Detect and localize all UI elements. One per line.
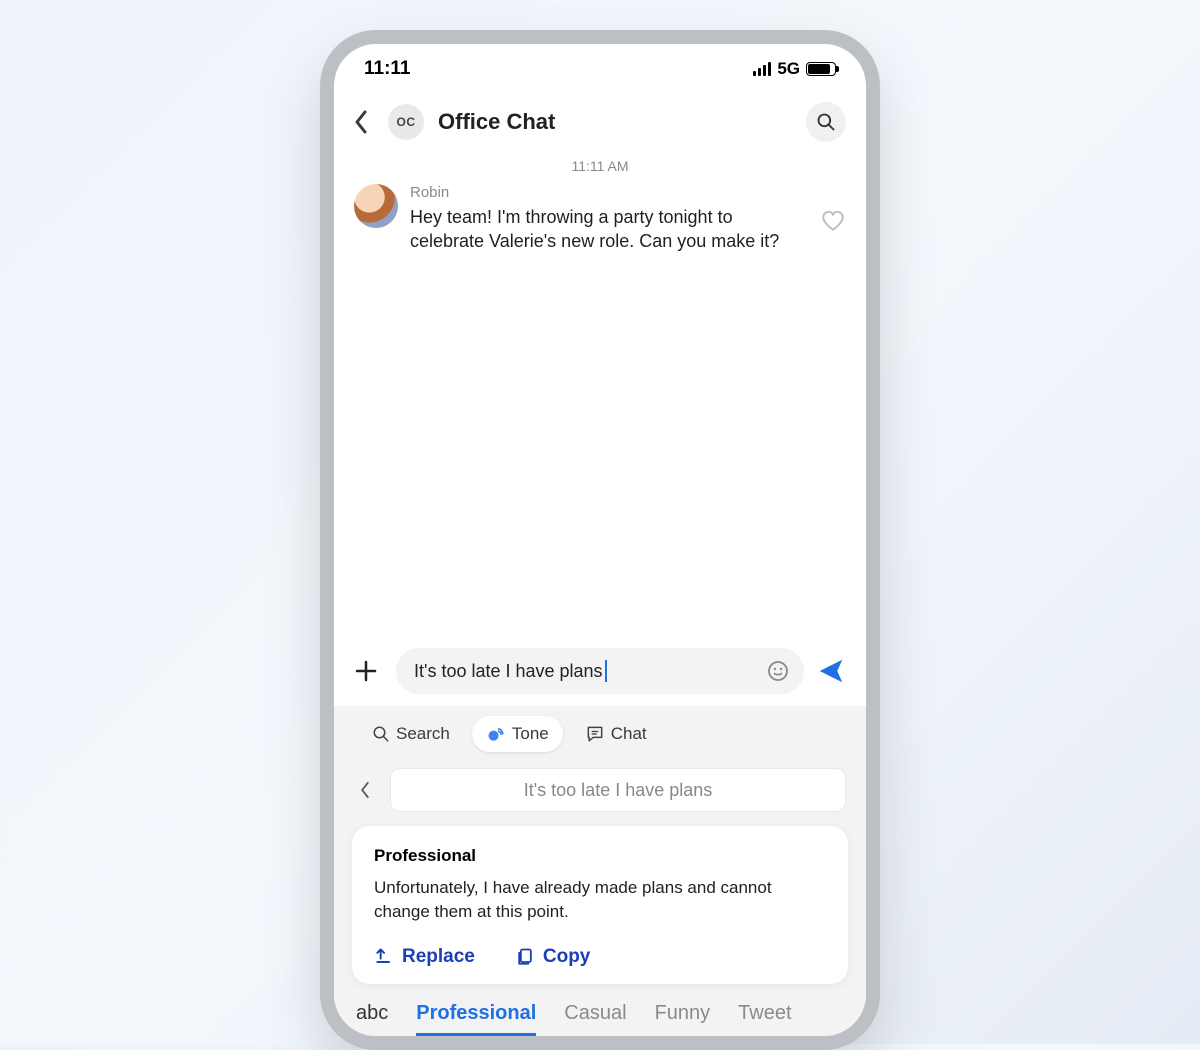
tone-input-echo-row: It's too late I have plans [334,768,866,826]
status-bar: 11:11 5G [334,44,866,94]
add-attachment-button[interactable] [354,659,384,683]
replace-icon [374,947,394,967]
ai-keyboard-panel: Search Tone Chat It's too late I have pl… [334,706,866,1036]
ai-tool-chat-label: Chat [611,724,647,744]
tone-source-text[interactable]: It's too late I have plans [390,768,846,812]
tone-icon [486,724,506,744]
chat-avatar-badge: OC [388,104,424,140]
status-right-cluster: 5G [753,59,836,79]
chat-header: OC Office Chat [334,94,866,154]
copy-icon [515,947,535,967]
message-body: Robin Hey team! I'm throwing a party ton… [410,184,808,254]
message-sender: Robin [410,184,800,201]
like-button[interactable] [820,208,846,234]
tone-suggestion-body: Unfortunately, I have already made plans… [374,876,826,924]
ai-tool-tone-label: Tone [512,724,549,744]
ai-tool-chat[interactable]: Chat [571,716,661,752]
phone-frame: 11:11 5G OC Office Chat 11:11 AM Robin H… [320,30,880,1050]
tone-tab-professional[interactable]: Professional [416,1002,536,1036]
chat-icon [585,724,605,744]
keyboard-abc-button[interactable]: abc [356,1002,388,1025]
cell-signal-icon [753,62,771,76]
chat-title: Office Chat [438,109,792,135]
search-icon [816,112,836,132]
message-input-text: It's too late I have plans [414,661,603,682]
ai-tool-row: Search Tone Chat [334,706,866,768]
heart-icon [820,208,846,234]
ai-tool-search-label: Search [396,724,450,744]
battery-icon [806,62,836,76]
network-type-label: 5G [777,59,800,79]
composer: It's too late I have plans [334,638,866,706]
tone-suggestion-card: Professional Unfortunately, I have alrea… [352,826,848,984]
tone-suggestion-title: Professional [374,846,826,866]
replace-button[interactable]: Replace [374,946,475,968]
smiley-icon [766,659,790,683]
message-text: Hey team! I'm throwing a party tonight t… [410,205,800,254]
chevron-left-icon [354,110,368,134]
ai-tool-search[interactable]: Search [358,716,464,752]
tone-source-text-label: It's too late I have plans [524,780,713,801]
conversation-timestamp: 11:11 AM [334,158,866,174]
tone-tab-casual[interactable]: Casual [564,1002,626,1033]
tone-suggestion-actions: Replace Copy [374,946,826,968]
text-cursor [605,660,607,682]
emoji-button[interactable] [766,659,790,683]
sender-avatar[interactable] [354,184,398,228]
chevron-left-icon [360,781,370,799]
copy-button[interactable]: Copy [515,946,591,968]
message-row: Robin Hey team! I'm throwing a party ton… [334,184,866,254]
status-time: 11:11 [364,58,411,80]
copy-button-label: Copy [543,946,591,968]
message-input[interactable]: It's too late I have plans [396,648,804,694]
tone-back-button[interactable] [354,781,376,799]
send-icon [816,656,846,686]
tone-tab-funny[interactable]: Funny [655,1002,711,1033]
tone-tab-tweet[interactable]: Tweet [738,1002,791,1033]
plus-icon [354,659,378,683]
replace-button-label: Replace [402,946,475,968]
ai-tool-tone[interactable]: Tone [472,716,563,752]
search-icon [372,725,390,743]
send-button[interactable] [816,656,846,686]
back-button[interactable] [354,110,374,134]
keyboard-mode-tabs: abc Professional Casual Funny Tweet [334,994,866,1036]
search-button[interactable] [806,102,846,142]
